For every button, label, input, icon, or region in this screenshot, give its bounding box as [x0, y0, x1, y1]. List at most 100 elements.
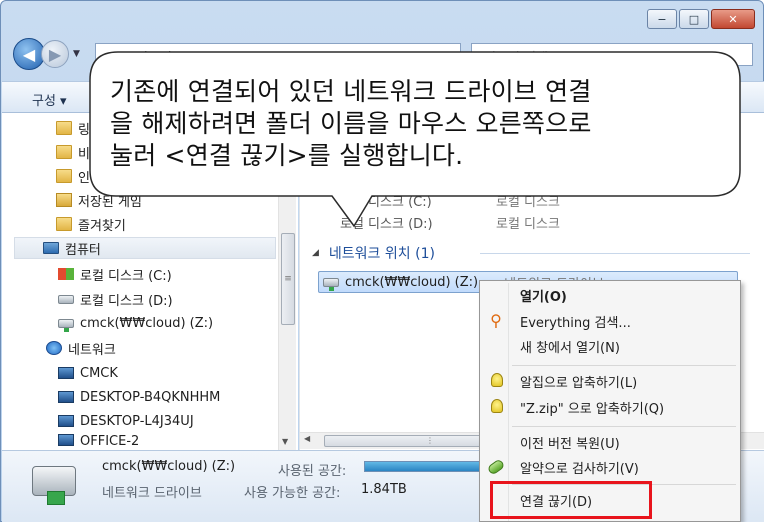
nav-item-label: DESKTOP-B4QKNHHM	[80, 389, 221, 405]
folder-icon	[56, 121, 72, 135]
local-disk-d-type: 로컬 디스크	[496, 217, 560, 232]
nav-item-label: 컴퓨터	[65, 242, 101, 258]
pc-icon	[58, 367, 74, 379]
maximize-button[interactable]: □	[679, 9, 709, 29]
pc-icon	[58, 391, 74, 403]
folder-icon	[56, 169, 72, 183]
nav-item-desktop-b4qknhhm[interactable]: DESKTOP-B4QKNHHM	[58, 386, 220, 408]
menu-separator	[512, 365, 736, 366]
search-icon: ⚲	[490, 311, 502, 330]
nav-item-label: 네트워크	[68, 342, 116, 358]
search-placeholder: 컴퓨터 검색	[484, 51, 548, 66]
network-drive-large-icon	[32, 466, 76, 505]
drive-icon	[58, 294, 74, 304]
nav-item-label: 즐겨찾기	[78, 218, 126, 234]
group-header-label: 네트워크 위치 (1)	[328, 246, 435, 262]
nav-scroll-thumb[interactable]: ≡	[281, 233, 295, 325]
scroll-left-icon[interactable]: ◀	[304, 434, 310, 443]
callout-line: 을 해제하려면 폴더 이름을 마우스 오른쪽으로	[110, 109, 592, 138]
pc-icon	[58, 415, 74, 427]
nav-item-label: 로컬 디스크 (D:)	[80, 293, 173, 309]
nav-item-saved-games[interactable]: 저장된 게임	[56, 189, 142, 211]
menu-item-label: 새 창에서 열기(N)	[520, 340, 620, 356]
details-name: cmck(₩₩cloud) (Z:)	[102, 459, 236, 474]
menu-item-label: 알집으로 압축하기(L)	[520, 375, 638, 391]
zip-icon	[491, 399, 503, 413]
menu-item-label: "Z.zip" 으로 압축하기(Q)	[520, 401, 665, 417]
navigation-buttons: ◀ ▶ ▼	[13, 38, 80, 70]
disconnect-highlight-box	[490, 481, 652, 519]
menu-item-alyac-scan[interactable]: 알약으로 검사하기(V)	[482, 455, 738, 479]
menu-item-label: 알약으로 검사하기(V)	[520, 461, 639, 477]
address-bar[interactable]: 컴퓨터	[95, 43, 461, 66]
network-drive-z-label: cmck(₩₩cloud) (Z:)	[345, 274, 479, 290]
computer-icon	[43, 242, 59, 254]
details-free-value: 1.84TB	[361, 482, 407, 497]
nav-item-network[interactable]: 네트워크	[46, 337, 116, 359]
details-type: 네트워크 드라이브	[102, 486, 202, 501]
nav-item-label: 저장된 게임	[78, 194, 142, 210]
nav-item-favorites[interactable]: 즐겨찾기	[56, 213, 126, 235]
windows-drive-icon	[58, 268, 74, 280]
caption-buttons: − □ ✕	[647, 9, 755, 29]
network-drive-icon	[58, 318, 74, 332]
nav-item-local-disk-c[interactable]: 로컬 디스크 (C:)	[58, 263, 172, 285]
callout-line: 기존에 연결되어 있던 네트워크 드라이브 연결	[110, 77, 592, 106]
menu-item-label: Everything 검색...	[520, 315, 631, 331]
nav-item-label: cmck(₩₩cloud) (Z:)	[80, 315, 214, 331]
menu-item-open[interactable]: 열기(O)	[482, 283, 738, 307]
zip-icon	[491, 373, 503, 387]
network-drive-icon	[323, 277, 339, 291]
group-divider	[480, 253, 750, 254]
menu-separator	[512, 426, 736, 427]
folder-icon	[56, 145, 72, 159]
nav-item-desktop-l4j34uj[interactable]: DESKTOP-L4J34UJ	[58, 410, 194, 432]
menu-item-label: 열기(O)	[520, 289, 567, 305]
menu-item-alzip-compress[interactable]: 알집으로 압축하기(L)	[482, 369, 738, 393]
close-button[interactable]: ✕	[711, 9, 755, 29]
minimize-button[interactable]: −	[647, 9, 677, 29]
antivirus-icon	[486, 458, 506, 476]
details-free-label: 사용 가능한 공간:	[244, 486, 341, 501]
local-disk-c-row[interactable]: 로컬 디스크 (C:)	[340, 191, 432, 210]
star-icon	[56, 217, 72, 231]
used-space-bar	[364, 461, 494, 472]
nav-item-library-3[interactable]: 인	[56, 165, 90, 187]
pc-icon	[58, 434, 74, 446]
local-disk-c-type: 로컬 디스크	[496, 195, 560, 210]
network-location-group-header[interactable]: ◢ 네트워크 위치 (1)	[312, 243, 435, 263]
nav-item-label: 로컬 디스크 (C:)	[80, 268, 172, 284]
details-used-label: 사용된 공간:	[278, 464, 347, 479]
search-input[interactable]: 컴퓨터 검색	[471, 43, 753, 66]
folder-icon	[56, 193, 72, 207]
nav-item-cmck[interactable]: CMCK	[58, 362, 118, 384]
scroll-down-icon[interactable]: ▼	[282, 437, 288, 446]
nav-item-network-drive-z[interactable]: cmck(₩₩cloud) (Z:)	[58, 312, 213, 334]
local-disk-d-row[interactable]: 로컬 디스크 (D:)	[340, 213, 433, 232]
nav-item-label: 링	[78, 122, 90, 138]
menu-item-label: 이전 버전 복원(U)	[520, 436, 620, 452]
network-icon	[46, 341, 62, 355]
collapse-triangle-icon[interactable]: ◢	[312, 248, 319, 258]
organize-button[interactable]: 구성 ▾	[32, 90, 67, 109]
menu-item-everything-search[interactable]: ⚲ Everything 검색...	[482, 309, 738, 333]
nav-item-label: 비	[78, 146, 90, 162]
address-text: 컴퓨터	[136, 51, 172, 66]
nav-item-library-1[interactable]: 링	[56, 117, 90, 139]
nav-item-computer[interactable]: 컴퓨터	[14, 237, 276, 259]
nav-item-label: 인	[78, 170, 90, 186]
nav-item-library-2[interactable]: 비	[56, 141, 90, 163]
menu-item-open-new-window[interactable]: 새 창에서 열기(N)	[482, 334, 738, 358]
recent-pages-dropdown-icon[interactable]: ▼	[73, 49, 80, 59]
forward-button[interactable]: ▶	[41, 40, 69, 68]
menu-item-compress-z-zip[interactable]: "Z.zip" 으로 압축하기(Q)	[482, 395, 738, 419]
nav-item-label: OFFICE-2	[80, 434, 140, 448]
callout-text: 기존에 연결되어 있던 네트워크 드라이브 연결 을 해제하려면 폴더 이름을 …	[110, 76, 730, 172]
callout-line: 눌러 <연결 끊기>를 실행합니다.	[110, 141, 464, 170]
menu-item-restore-previous-versions[interactable]: 이전 버전 복원(U)	[482, 430, 738, 454]
nav-item-label: DESKTOP-L4J34UJ	[80, 413, 194, 429]
nav-item-local-disk-d[interactable]: 로컬 디스크 (D:)	[58, 288, 173, 310]
nav-item-label: CMCK	[80, 365, 118, 381]
used-space-fill	[365, 462, 493, 471]
nav-item-office-2[interactable]: OFFICE-2	[58, 434, 139, 448]
